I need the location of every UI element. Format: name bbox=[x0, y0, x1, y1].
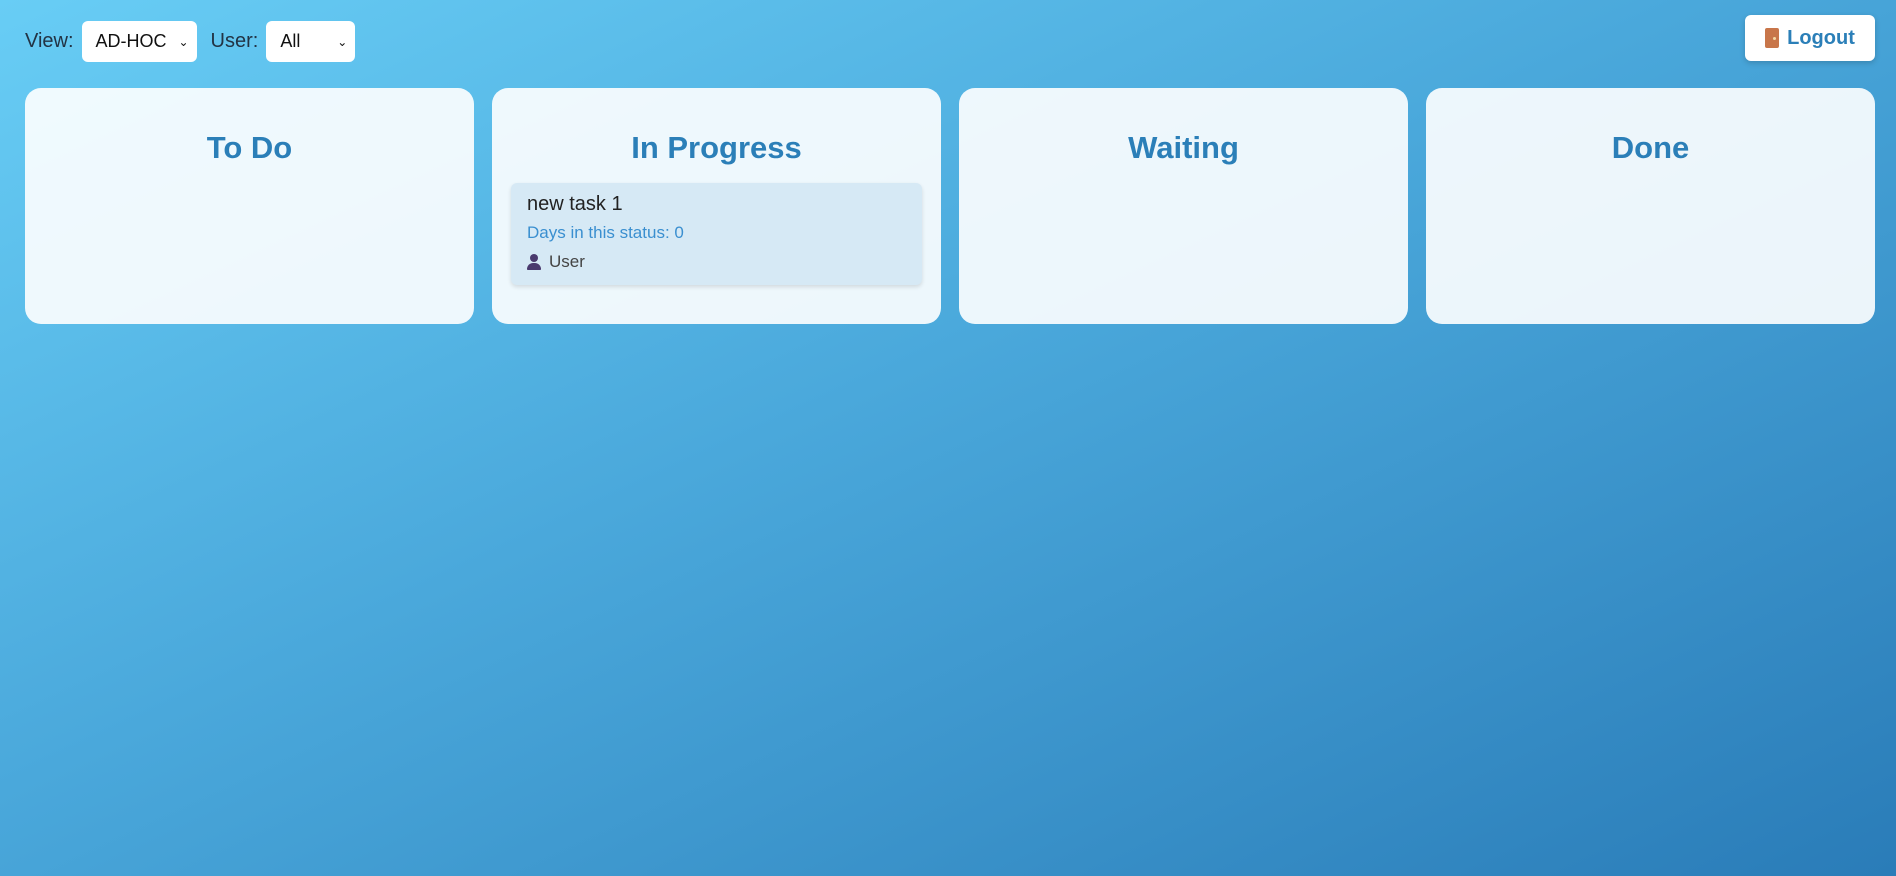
column-title: Done bbox=[1611, 130, 1690, 165]
kanban-board: To Do In Progress new task 1 Days in thi… bbox=[25, 88, 1875, 324]
column-title: In Progress bbox=[631, 130, 802, 165]
user-select[interactable]: All ⌄ bbox=[266, 21, 356, 62]
column-todo: To Do bbox=[25, 88, 474, 324]
column-done: Done bbox=[1426, 88, 1875, 324]
logout-label: Logout bbox=[1787, 26, 1855, 49]
days-in-status: Days in this status: 0 bbox=[527, 223, 684, 242]
task-title: new task 1 bbox=[527, 193, 623, 215]
task-assignee: User bbox=[527, 252, 906, 272]
column-title: Waiting bbox=[1128, 130, 1239, 165]
door-icon bbox=[1765, 28, 1780, 48]
card-list: new task 1 Days in this status: 0 User bbox=[511, 183, 922, 285]
view-select-value: AD-HOC bbox=[95, 31, 167, 51]
chevron-down-icon: ⌄ bbox=[178, 34, 189, 49]
task-card[interactable]: new task 1 Days in this status: 0 User bbox=[511, 183, 922, 285]
column-in-progress: In Progress new task 1 Days in this stat… bbox=[492, 88, 941, 324]
column-waiting: Waiting bbox=[959, 88, 1408, 324]
view-select[interactable]: AD-HOC ⌄ bbox=[81, 21, 197, 62]
user-label: User: bbox=[210, 30, 259, 52]
column-title: To Do bbox=[206, 130, 293, 165]
logout-button[interactable]: Logout bbox=[1745, 15, 1875, 61]
view-label: View: bbox=[25, 30, 74, 52]
filter-bar: View: AD-HOC ⌄ User: All ⌄ bbox=[25, 21, 356, 62]
user-select-value: All bbox=[280, 31, 301, 51]
assignee-name: User bbox=[549, 252, 585, 271]
user-icon bbox=[527, 254, 541, 270]
chevron-down-icon: ⌄ bbox=[337, 34, 348, 49]
